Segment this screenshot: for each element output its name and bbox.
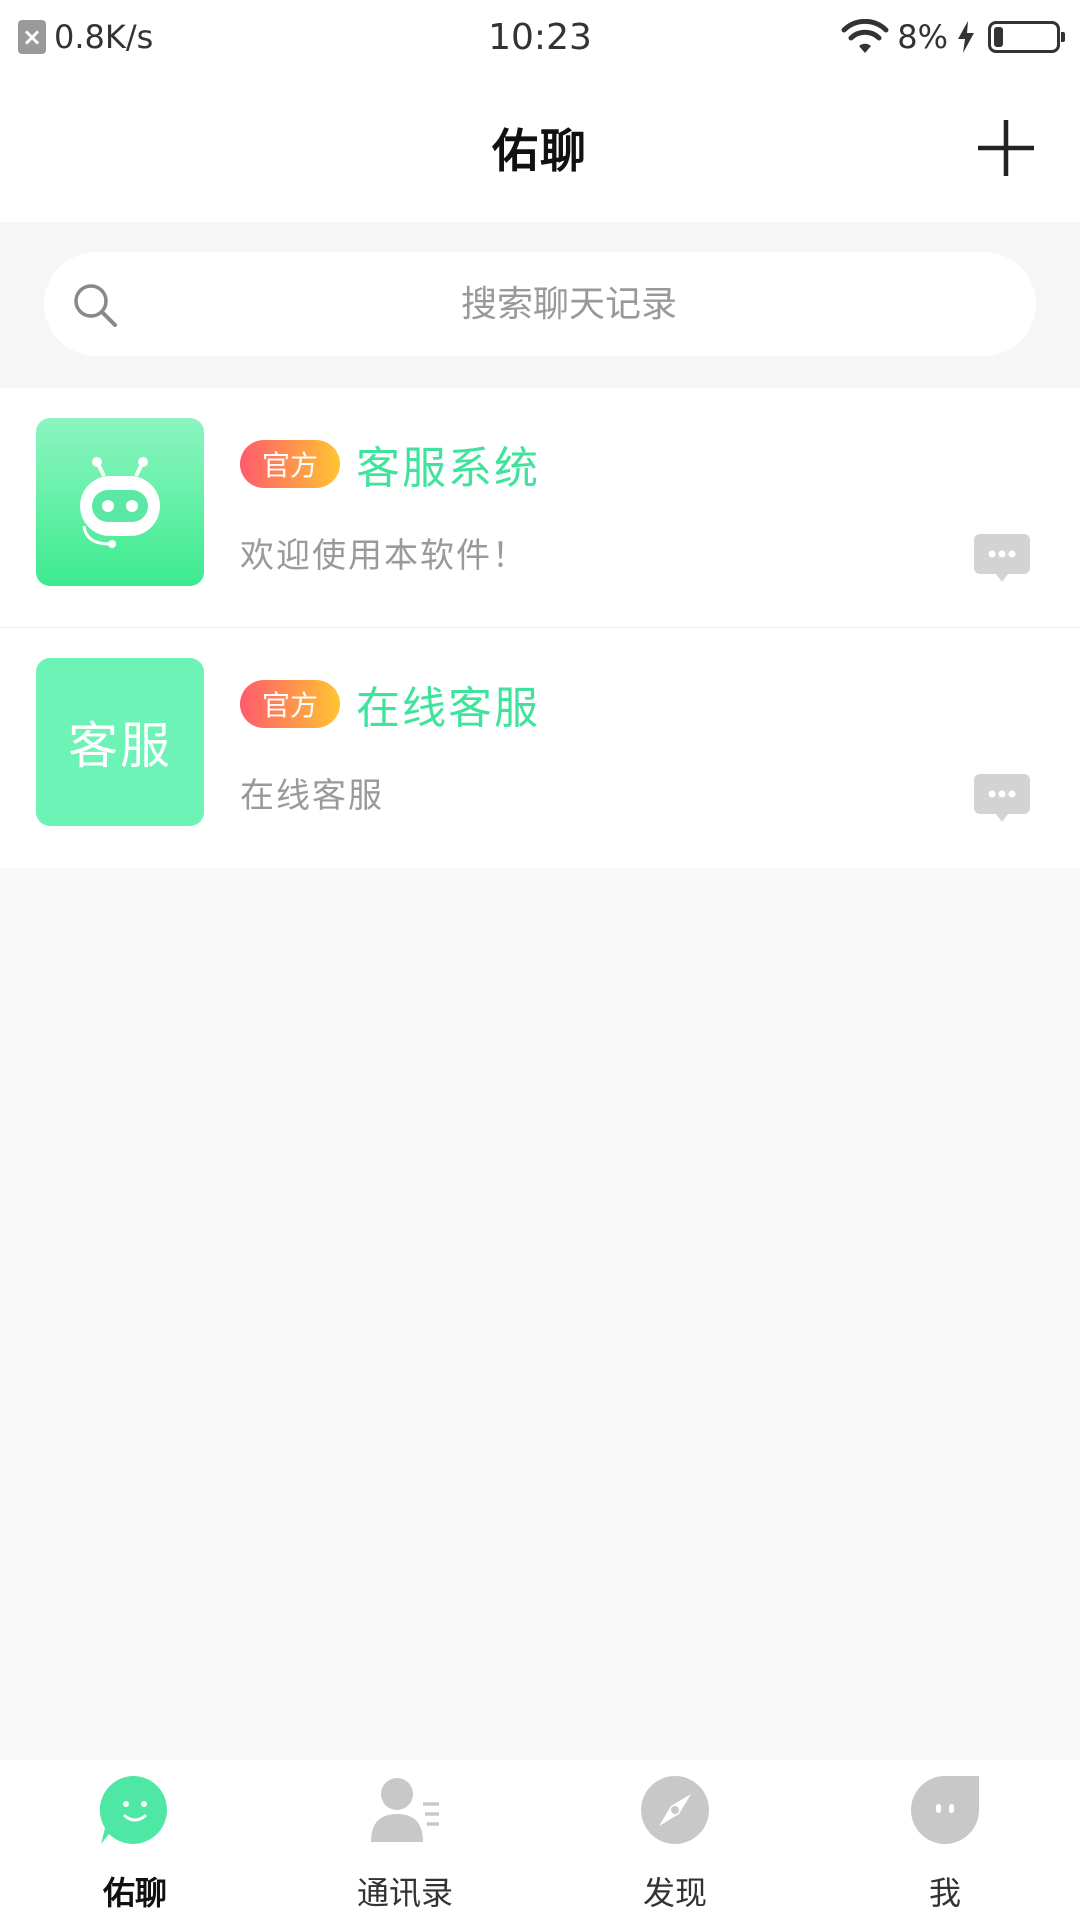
chat-bubble-icon [99,1775,168,1844]
chat-name: 在线客服 [356,683,540,734]
nav-tab-youliao[interactable]: 佑聊 [35,1774,235,1914]
search-input[interactable] [44,252,1036,356]
battery-level [994,27,1003,47]
app-header: 佑聊 [0,74,1080,222]
official-badge: 官方 [240,680,340,728]
nav-tab-discover[interactable]: 发现 [575,1774,775,1914]
nav-label: 通讯录 [356,1874,453,1912]
robot-icon [80,457,160,548]
contacts-icon [371,1778,439,1842]
text-avatar: 客服 [36,658,204,826]
battery-percent: 8% [897,18,948,56]
status-right: 8% [841,18,1065,56]
message-dots-icon [974,774,1030,822]
chat-home-screen: × 0.8K/s 10:23 8% 佑聊 搜索聊天记录 官方 客服系统 欢迎使用… [0,0,1080,1920]
profile-bubble-icon [911,1776,979,1844]
plus-icon[interactable] [976,118,1036,178]
nav-tab-contacts[interactable]: 通讯录 [305,1774,505,1914]
chat-preview: 在线客服 [240,776,384,816]
bottom-nav: 佑聊 通讯录 发现 我 [0,1760,1080,1920]
status-left: × 0.8K/s [18,18,153,56]
charging-icon [958,21,974,53]
chat-title-row: 官方 客服系统 [240,432,540,496]
official-badge: 官方 [240,440,340,488]
robot-avatar [36,418,204,586]
search-area [0,222,1080,388]
chat-list: 官方 客服系统 欢迎使用本软件！ 客服 官方 在线客服 在线客服 [0,388,1080,868]
chat-item-online-service[interactable]: 客服 官方 在线客服 在线客服 [0,628,1080,868]
battery-icon [988,21,1065,53]
search-icon [74,284,117,327]
message-dots-icon [974,534,1030,582]
no-sim-icon: × [18,20,46,54]
search-box[interactable] [44,252,1036,356]
net-speed: 0.8K/s [54,18,154,56]
nav-tab-me[interactable]: 我 [845,1774,1045,1914]
chat-preview: 欢迎使用本软件！ [240,536,528,576]
page-title: 佑聊 [492,124,588,178]
chat-name: 客服系统 [356,443,540,494]
nav-label: 我 [928,1874,961,1912]
chat-title-row: 官方 在线客服 [240,672,540,736]
status-bar: × 0.8K/s 10:23 8% [0,0,1080,74]
nav-label: 佑聊 [102,1874,167,1912]
chat-item-customer-service-system[interactable]: 官方 客服系统 欢迎使用本软件！ [0,388,1080,628]
nav-label: 发现 [642,1874,707,1912]
compass-icon [641,1776,709,1844]
wifi-icon [841,19,889,53]
